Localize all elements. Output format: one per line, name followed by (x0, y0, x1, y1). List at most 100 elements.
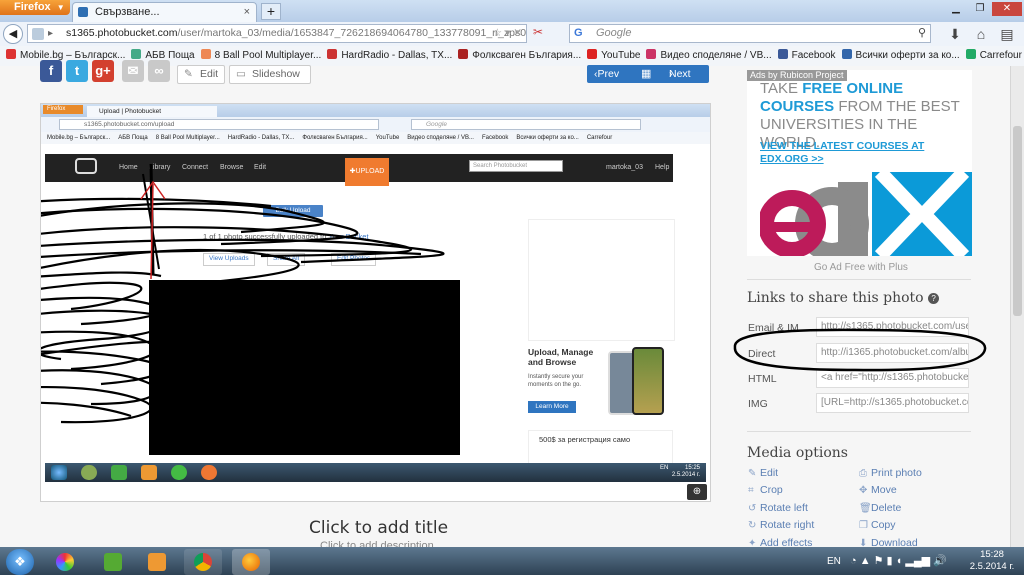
media-print-label: Print photo (871, 467, 922, 479)
bookmark-label: Фолксваген България... (472, 50, 582, 61)
site-identity-icon[interactable] (32, 28, 44, 40)
edx-ad-cta[interactable]: VIEW THE LATEST COURSES AT EDX.ORG >> (760, 140, 960, 166)
browser-tab[interactable]: Свързване... × (72, 2, 257, 22)
chevron-down-icon: ▼ (56, 3, 65, 12)
bookmark-item[interactable]: 8 Ball Pool Multiplayer... (200, 46, 321, 66)
page-scrollbar[interactable] (1010, 66, 1024, 547)
bookmark-item[interactable]: YouTube (587, 46, 640, 66)
effects-icon: ✦ (748, 538, 757, 547)
bookmark-label: YouTube (601, 50, 641, 61)
window-controls: ▁ ❐ ✕ (944, 0, 1024, 16)
minimize-icon[interactable]: ▁ (944, 2, 968, 16)
addon-icon[interactable]: ✂ (530, 25, 546, 41)
taskbar-firefox[interactable] (232, 549, 270, 575)
twitter-icon[interactable]: t (66, 60, 88, 82)
clock-date: 2.5.2014 г. (969, 561, 1015, 572)
firefox-menu-label: Firefox (14, 1, 51, 13)
history-dropdown-icon[interactable]: ▸ (48, 25, 53, 42)
bookmark-favicon-icon (6, 49, 16, 59)
photo-title-placeholder[interactable]: Click to add title (309, 518, 448, 538)
bookmark-item[interactable]: Видео споделяне / VB... (646, 46, 772, 66)
bookmark-label: Carrefour (979, 50, 1022, 61)
go-ad-free-link[interactable]: Go Ad Free with Plus (814, 262, 908, 273)
download-arrow-icon[interactable]: ⬇ (942, 24, 968, 44)
search-bar[interactable]: G Google ⚲ (569, 24, 931, 43)
menu-icon[interactable]: ▤ (994, 24, 1020, 44)
media-move[interactable]: ✥ Move (859, 484, 897, 496)
prev-next-nav: ‹ Prev ▦ Next › (587, 65, 709, 83)
media-player-icon (148, 553, 166, 571)
taskbar-media-player[interactable] (138, 549, 176, 575)
media-move-label: Move (871, 484, 897, 496)
media-download[interactable]: ⬇ Download (859, 537, 918, 547)
close-window-icon[interactable]: ✕ (992, 2, 1022, 16)
taskbar-nvidia[interactable] (94, 549, 132, 575)
rotate-right-icon: ↻ (748, 520, 757, 531)
search-icon[interactable]: ⚲ (918, 25, 926, 42)
links-title: Links to share this photo (747, 290, 924, 306)
media-rotate-right[interactable]: ↻ Rotate right (748, 519, 814, 531)
taskbar-picasa[interactable] (46, 549, 84, 575)
bookmark-item[interactable]: Всички оферти за ко... (841, 46, 960, 66)
windows-start-icon[interactable]: ❖ (6, 549, 34, 575)
address-bar[interactable]: ▸ s1365.photobucket.com/user/martoka_03/… (27, 24, 527, 43)
search-placeholder: Google (596, 27, 632, 39)
bookmark-favicon-icon (200, 49, 211, 59)
photo-image[interactable]: Firefox Upload | Photobucket s1365.photo… (40, 103, 711, 502)
google-icon[interactable]: G (574, 27, 586, 39)
firefox-menu-button[interactable]: Firefox ▼ (0, 0, 70, 15)
tray-icons[interactable]: ◔ ▲ ⚑ ▮ ◖ ▂▄▆ 🔊 (850, 554, 947, 567)
media-crop[interactable]: ⌗ Crop (748, 484, 783, 496)
edit-button-label: Edit (200, 68, 219, 80)
taskbar-clock[interactable]: 15:28 2.5.2014 г. (962, 549, 1022, 573)
facebook-icon[interactable]: f (40, 60, 62, 82)
edit-button[interactable]: ✎ Edit (177, 65, 225, 84)
google-plus-icon[interactable]: g+ (92, 60, 114, 82)
taskbar-chrome[interactable] (184, 549, 222, 575)
bookmark-label: Всички оферти за ко... (855, 50, 960, 61)
maximize-icon[interactable]: ❐ (968, 2, 992, 16)
back-arrow-icon[interactable]: ◀ (3, 24, 23, 44)
pencil-icon: ✎ (748, 468, 757, 479)
media-print-photo[interactable]: ⎙ Print photo (859, 467, 922, 479)
scribble-drawing (41, 163, 445, 424)
email-icon[interactable]: ✉ (122, 60, 144, 82)
bookmark-favicon-icon (458, 49, 469, 59)
help-icon[interactable]: ? (928, 293, 940, 304)
bookmark-favicon-icon (841, 49, 852, 59)
links-section-title: Links to share this photo ? (747, 290, 940, 306)
slideshow-button[interactable]: ▭ Slideshow (229, 65, 311, 84)
language-indicator[interactable]: EN (827, 556, 841, 567)
media-edit[interactable]: ✎ Edit (748, 467, 778, 479)
link-field-img[interactable]: [URL=http://s1365.photobucket.co (816, 393, 969, 413)
grid-icon[interactable]: ▦ (641, 65, 651, 83)
divider (747, 431, 971, 432)
link-icon[interactable]: ∞ (148, 60, 170, 82)
tab-title: Свързване... (95, 6, 160, 18)
next-button[interactable]: Next › (669, 65, 691, 83)
media-delete-label: Delete (871, 502, 902, 514)
media-copy-label: Copy (871, 519, 896, 531)
bookmark-label: Facebook (791, 50, 836, 61)
close-tab-icon[interactable]: × (244, 3, 250, 21)
media-rotate-right-label: Rotate right (760, 519, 815, 531)
rotate-left-icon: ↺ (748, 503, 757, 514)
bookmark-star-icon[interactable]: ☆ ▾ ✕ (493, 25, 522, 42)
scrollbar-thumb[interactable] (1013, 126, 1022, 316)
divider (747, 279, 971, 280)
bookmark-item[interactable]: Facebook (777, 46, 836, 66)
media-delete[interactable]: 🗑Delete (859, 502, 901, 514)
media-copy[interactable]: ❐ Copy (859, 519, 896, 531)
bookmark-item[interactable]: Carrefour (965, 46, 1022, 66)
prev-button[interactable]: ‹ Prev (594, 65, 619, 83)
media-add-effects[interactable]: ✦ Add effects (748, 537, 812, 547)
bookmark-item[interactable]: Фолксваген България... (458, 46, 581, 66)
media-add-effects-label: Add effects (760, 537, 813, 547)
bookmark-favicon-icon (587, 49, 598, 59)
bookmark-item[interactable]: HardRadio - Dallas, TX... (327, 46, 452, 66)
new-tab-button[interactable]: + (261, 3, 281, 20)
download-icon: ⬇ (859, 538, 868, 547)
slideshow-button-label: Slideshow (252, 68, 300, 80)
media-rotate-left[interactable]: ↺ Rotate left (748, 502, 808, 514)
home-icon[interactable]: ⌂ (968, 24, 994, 44)
